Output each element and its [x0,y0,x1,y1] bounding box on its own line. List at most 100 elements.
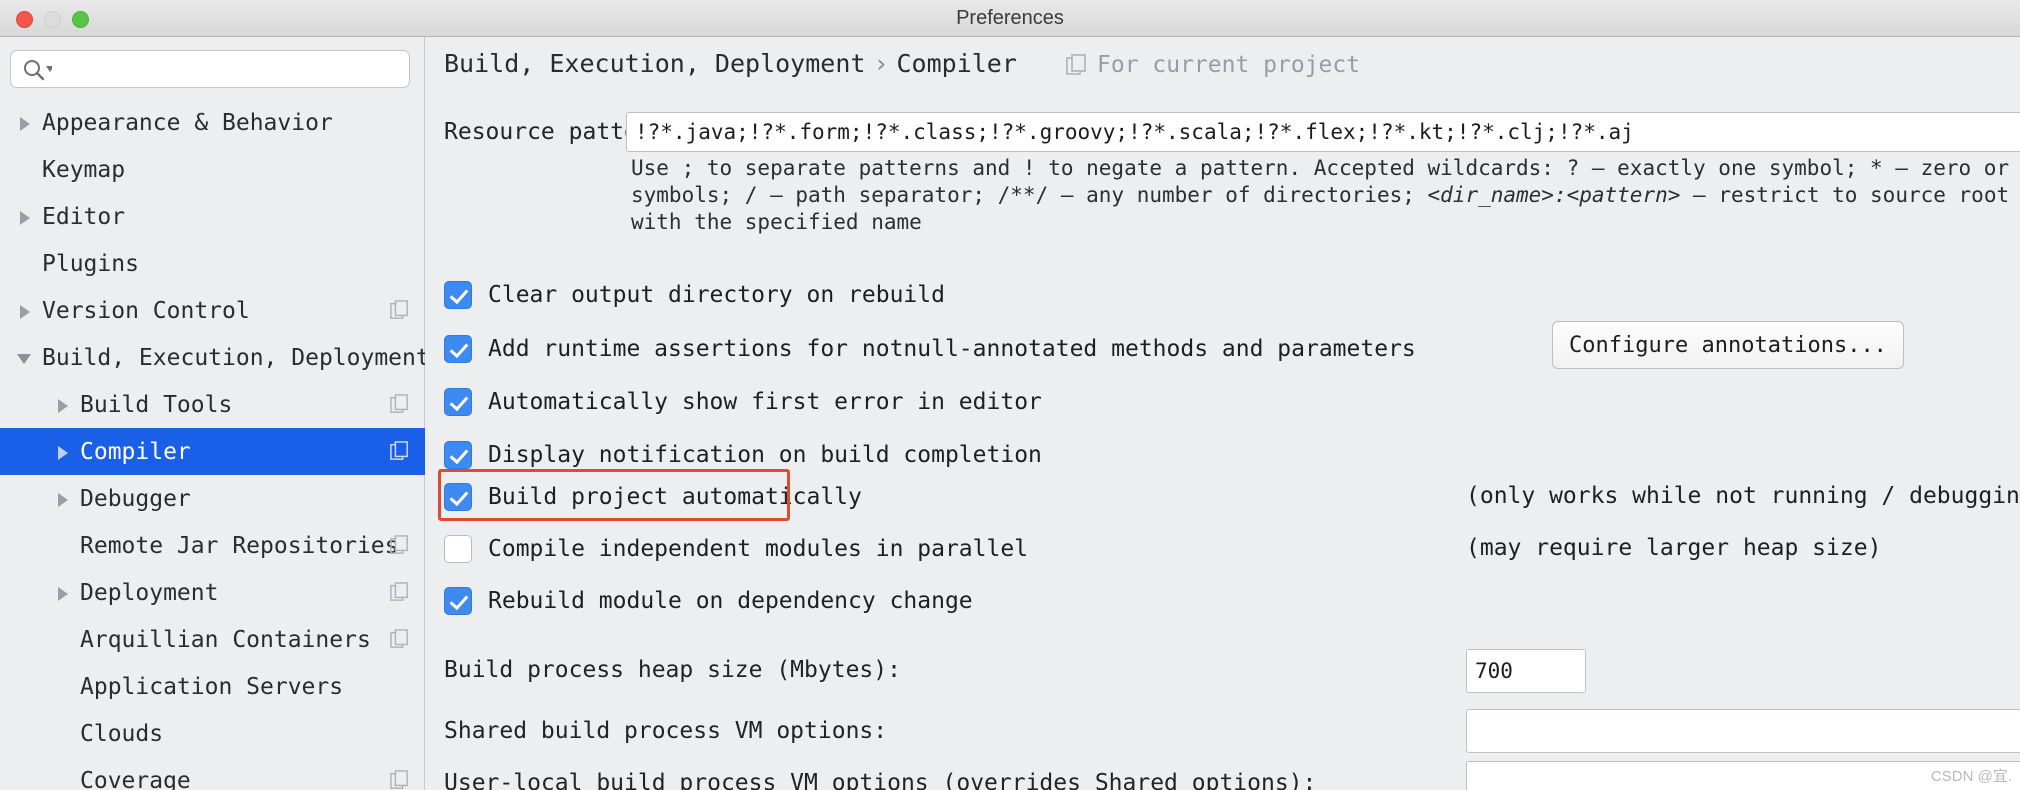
checkbox-parallel-compile[interactable] [444,535,472,563]
checkbox-label-rebuild-on-dependency: Rebuild module on dependency change [488,588,973,614]
checkbox-runtime-assertions[interactable] [444,335,472,363]
sidebar-item-arquillian-containers[interactable]: Arquillian Containers [0,616,425,663]
scope-label: For current project [1097,52,1361,78]
chevron-right-icon[interactable] [52,394,74,416]
resource-patterns-help: Use ; to separate patterns and ! to nega… [631,155,2020,236]
sidebar-item-label: Editor [42,203,126,230]
sidebar-item-compiler[interactable]: Compiler [0,428,425,475]
sidebar-item-label: Application Servers [80,673,344,700]
sidebar-item-label: Build Tools [80,391,233,418]
checkbox-label-display-notification: Display notification on build completion [488,442,1042,468]
watermark: CSDN @宜. [1930,768,2012,785]
checkbox-label-parallel-compile: Compile independent modules in parallel [488,536,1029,562]
sidebar-item-remote-jar-repositories[interactable]: Remote Jar Repositories [0,522,425,569]
sidebar-item-label: Remote Jar Repositories [80,532,399,559]
copy-icon [390,582,408,601]
checkbox-row-display-notification[interactable]: Display notification on build completion [444,441,1042,469]
sidebar-item-plugins[interactable]: Plugins [0,240,425,287]
help-line-2: symbols; / – path separator; /**/ – any … [631,183,2010,207]
chevron-right-icon[interactable] [52,441,74,463]
chevron-down-icon[interactable] [14,347,36,369]
checkbox-label-show-first-error: Automatically show first error in editor [488,389,1042,415]
compiler-settings-panel: Build, Execution, Deployment › Compiler Fo… [426,37,2020,790]
checkbox-row-parallel-compile[interactable]: Compile independent modules in parallel [444,535,1028,563]
checkbox-build-automatically[interactable] [444,483,472,511]
chevron-right-icon[interactable] [52,582,74,604]
sidebar-item-label: Deployment [80,579,219,606]
checkbox-row-clear-output[interactable]: Clear output directory on rebuild [444,281,945,309]
shared-vm-options-input[interactable] [1466,709,2020,753]
settings-tree: Appearance & Behavior Keymap Editor Plugins… [0,99,425,790]
sidebar-item-build-execution-deployment[interactable]: Build, Execution, Deployment [0,334,425,381]
checkbox-row-runtime-assertions[interactable]: Add runtime assertions for notnull-annot… [444,335,1416,363]
help-line-3: with the specified name [631,210,922,234]
sidebar-item-keymap[interactable]: Keymap [0,146,425,193]
chevron-right-icon[interactable] [14,112,36,134]
sidebar-item-appearance-behavior[interactable]: Appearance & Behavior [0,99,425,146]
note-parallel-compile: (may require larger heap size) [1466,535,1882,561]
checkbox-label-build-automatically: Build project automatically [488,484,862,510]
sidebar-item-build-tools[interactable]: Build Tools [0,381,425,428]
checkbox-clear-output[interactable] [444,281,472,309]
sidebar-item-version-control[interactable]: Version Control [0,287,425,334]
breadcrumb: Build, Execution, Deployment › Compiler [444,49,1017,78]
breadcrumb-separator: › [873,49,889,78]
checkbox-display-notification[interactable] [444,441,472,469]
sidebar-item-clouds[interactable]: Clouds [0,710,425,757]
sidebar-item-debugger[interactable]: Debugger [0,475,425,522]
scope-indicator: For current project [1066,52,1360,78]
search-field[interactable] [10,50,410,88]
copy-icon [390,441,408,460]
window-title: Preferences [956,7,1064,29]
checkbox-row-build-automatically[interactable]: Build project automatically [444,483,862,511]
sidebar-item-label: Keymap [42,156,126,183]
copy-icon [390,535,408,554]
breadcrumb-leaf: Compiler [896,49,1017,78]
settings-sidebar: Appearance & Behavior Keymap Editor Plugins… [0,37,425,790]
sidebar-item-label: Plugins [42,250,139,277]
checkbox-show-first-error[interactable] [444,388,472,416]
heap-size-input[interactable]: 700 [1466,649,1586,693]
sidebar-item-label: Build, Execution, Deployment [42,344,425,371]
checkbox-row-show-first-error[interactable]: Automatically show first error in editor [444,388,1042,416]
note-build-automatically: (only works while not running / debuggin… [1466,483,2020,509]
sidebar-item-deployment[interactable]: Deployment [0,569,425,616]
sidebar-item-application-servers[interactable]: Application Servers [0,663,425,710]
search-input[interactable] [57,51,405,87]
configure-annotations-button[interactable]: Configure annotations... [1552,321,1904,369]
copy-icon [390,629,408,648]
checkbox-row-rebuild-on-dependency[interactable]: Rebuild module on dependency change [444,587,973,615]
sidebar-item-label: Coverage [80,767,191,790]
sidebar-item-label: Clouds [80,720,164,747]
sidebar-item-editor[interactable]: Editor [0,193,425,240]
sidebar-item-label: Debugger [80,485,191,512]
help-line-1: Use ; to separate patterns and ! to nega… [631,156,2020,180]
sidebar-item-coverage[interactable]: Coverage [0,757,425,790]
sidebar-item-label: Appearance & Behavior [42,109,333,136]
chevron-right-icon[interactable] [14,206,36,228]
chevron-right-icon[interactable] [14,300,36,322]
sidebar-item-label: Compiler [80,438,191,465]
sidebar-item-label: Version Control [42,297,250,324]
sidebar-item-label: Arquillian Containers [80,626,371,653]
chevron-right-icon[interactable] [52,488,74,510]
title-bar: Preferences [0,0,2020,37]
user-vm-options-label: User-local build process VM options (ove… [444,770,1317,790]
breadcrumb-root[interactable]: Build, Execution, Deployment [444,49,865,78]
copy-icon [1066,54,1086,75]
shared-vm-options-label: Shared build process VM options: [444,718,888,744]
checkbox-label-clear-output: Clear output directory on rebuild [488,282,945,308]
resource-patterns-input[interactable]: !?*.java;!?*.form;!?*.class;!?*.groovy;!… [626,112,2020,152]
checkbox-rebuild-on-dependency[interactable] [444,587,472,615]
heap-size-label: Build process heap size (Mbytes): [444,657,901,683]
preferences-window: Preferences Appearance & Behavior Keymap E… [0,0,2020,790]
search-icon [24,60,52,81]
copy-icon [390,770,408,789]
